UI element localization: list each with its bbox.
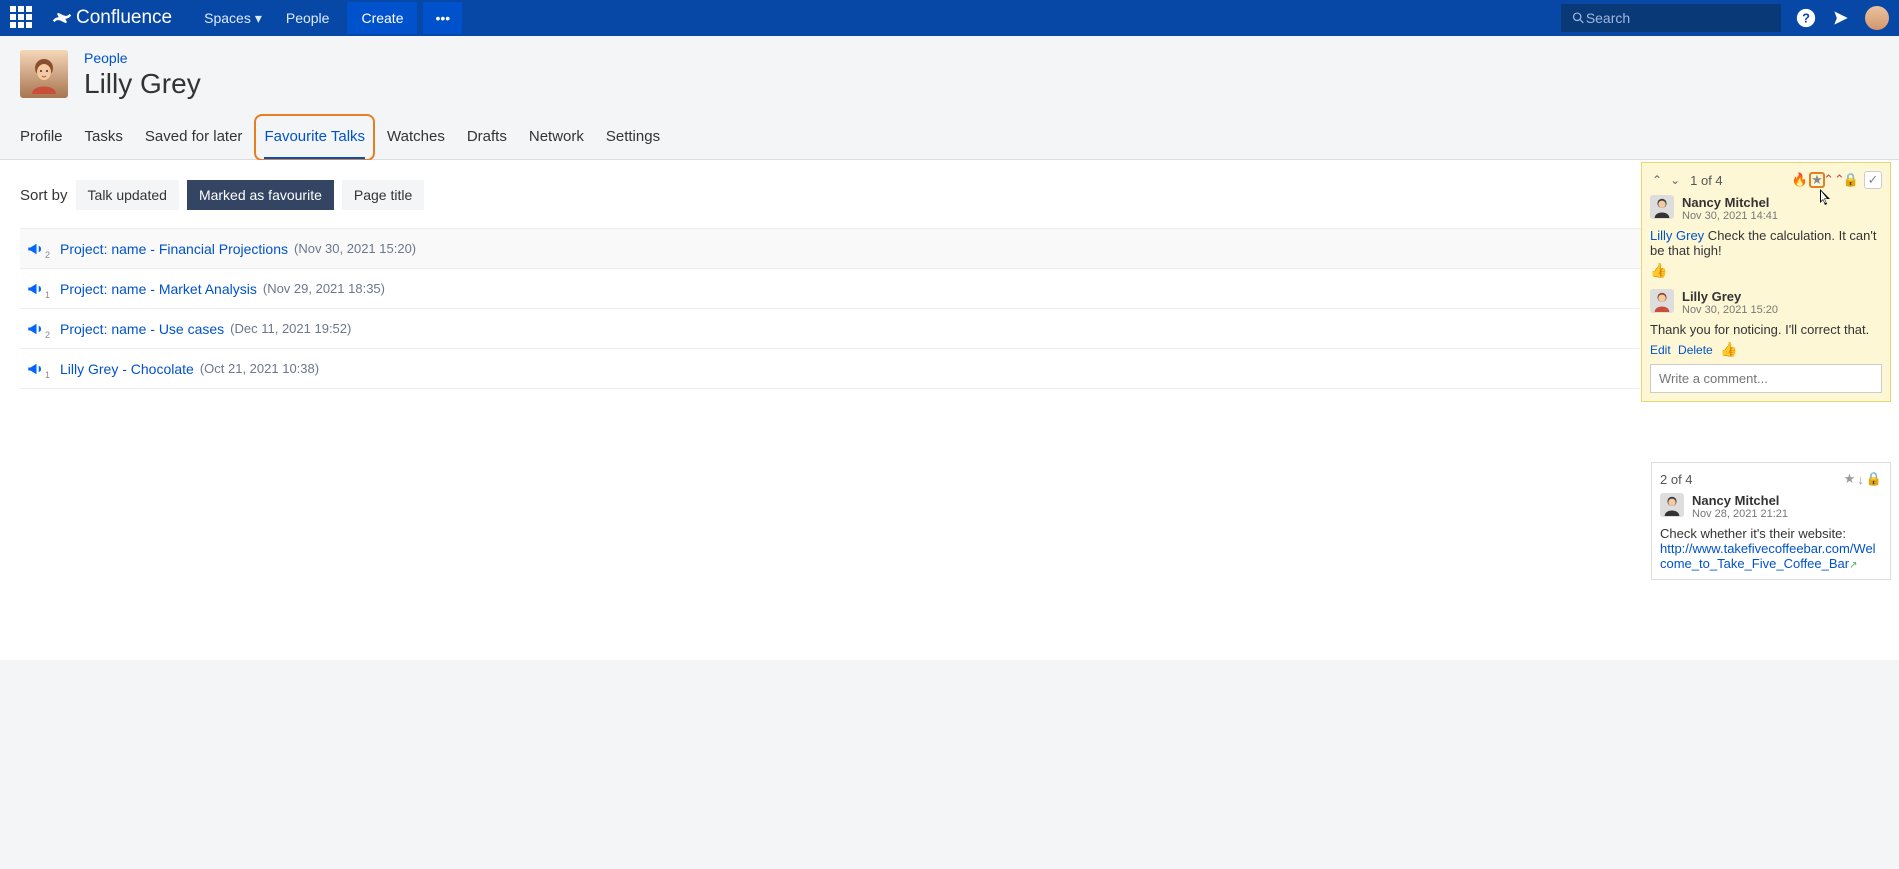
sort-page-title[interactable]: Page title	[342, 180, 424, 210]
tab-tasks[interactable]: Tasks	[85, 118, 123, 159]
like-icon[interactable]: 👍	[1720, 341, 1737, 357]
like-icon[interactable]: 👍	[1650, 262, 1882, 279]
comment-timestamp: Nov 30, 2021 15:20	[1682, 304, 1882, 316]
talk-link[interactable]: Project: name - Use cases	[60, 321, 224, 337]
megaphone-icon: 1	[20, 360, 50, 378]
external-link[interactable]: http://www.takefivecoffeebar.com/Welcome…	[1660, 541, 1876, 571]
comment-author: Nancy Mitchel	[1682, 195, 1882, 210]
talk-row[interactable]: 2 Project: name - Financial Projections …	[20, 228, 1879, 269]
tab-profile[interactable]: Profile	[20, 118, 63, 159]
app-switcher-icon[interactable]	[10, 6, 34, 30]
comment-text: Check whether it's their website:	[1660, 526, 1882, 541]
comment-author: Nancy Mitchel	[1692, 493, 1882, 508]
user-avatar[interactable]	[1865, 6, 1889, 30]
next-icon[interactable]: ⌄	[1668, 173, 1682, 187]
tab-drafts[interactable]: Drafts	[467, 118, 507, 159]
talk-count-badge: 1	[45, 290, 50, 300]
comment-avatar	[1650, 195, 1674, 219]
talk-link[interactable]: Lilly Grey - Chocolate	[60, 361, 194, 377]
priority-down-icon[interactable]: ↓	[1857, 472, 1864, 487]
comment: Nancy Mitchel Nov 30, 2021 14:41	[1650, 195, 1882, 222]
profile-avatar	[20, 50, 68, 98]
edit-link[interactable]: Edit	[1650, 343, 1671, 357]
nav-spaces[interactable]: Spaces ▾	[192, 2, 274, 35]
search-icon	[1571, 10, 1586, 26]
create-button[interactable]: Create	[347, 2, 417, 34]
tab-settings[interactable]: Settings	[606, 118, 660, 159]
talk-row[interactable]: 2 Project: name - Use cases (Dec 11, 202…	[20, 309, 1879, 349]
main-content: Sort by Talk updated Marked as favourite…	[0, 160, 1899, 660]
notifications-icon[interactable]	[1831, 8, 1851, 28]
talk-row[interactable]: 1 Project: name - Market Analysis (Nov 2…	[20, 269, 1879, 309]
talk-count-badge: 2	[45, 250, 50, 260]
conversation-card: 2 of 4 ★ ↓ 🔒 Nancy Mitchel Nov 28, 2021 …	[1651, 462, 1891, 580]
lock-icon[interactable]: 🔒	[1843, 172, 1859, 188]
top-nav: Confluence Spaces ▾ People Create ••• ?	[0, 0, 1899, 36]
page-header: People Lilly Grey	[0, 36, 1899, 100]
sort-row: Sort by Talk updated Marked as favourite…	[20, 180, 1879, 210]
nav-people[interactable]: People	[274, 2, 342, 34]
confluence-icon	[52, 8, 72, 28]
talk-date: (Dec 11, 2021 19:52)	[230, 321, 351, 336]
star-icon[interactable]: ★	[1844, 471, 1856, 487]
comment-text: Thank you for noticing. I'll correct tha…	[1650, 322, 1882, 337]
talk-date: (Nov 29, 2021 18:35)	[263, 281, 385, 296]
topbar-right: ?	[1561, 4, 1889, 32]
mention-link[interactable]: Lilly Grey	[1650, 228, 1704, 243]
sort-marked-favourite[interactable]: Marked as favourite	[187, 180, 334, 210]
megaphone-icon: 1	[20, 280, 50, 298]
talk-count-badge: 1	[45, 370, 50, 380]
talk-link[interactable]: Project: name - Financial Projections	[60, 241, 288, 257]
external-icon: ↗	[1849, 560, 1857, 571]
page-title: Lilly Grey	[84, 68, 201, 100]
nav-items: Spaces ▾ People Create •••	[192, 2, 462, 35]
sort-talk-updated[interactable]: Talk updated	[76, 180, 179, 210]
resolve-check-icon[interactable]: ✓	[1864, 171, 1882, 189]
megaphone-icon: 2	[20, 320, 50, 338]
talk-row[interactable]: 1 Lilly Grey - Chocolate (Oct 21, 2021 1…	[20, 349, 1879, 389]
comment-timestamp: Nov 28, 2021 21:21	[1692, 508, 1882, 520]
priority-icon[interactable]: ⌃⌃	[1826, 172, 1842, 188]
comment: Nancy Mitchel Nov 28, 2021 21:21	[1660, 493, 1882, 520]
lock-icon[interactable]: 🔒	[1866, 471, 1882, 487]
chevron-down-icon: ▾	[255, 10, 262, 27]
tab-saved[interactable]: Saved for later	[145, 118, 243, 159]
reply-input[interactable]	[1650, 364, 1882, 393]
confluence-logo[interactable]: Confluence	[52, 7, 172, 29]
flame-icon[interactable]: 🔥	[1792, 172, 1808, 188]
tab-watches[interactable]: Watches	[387, 118, 445, 159]
talk-list: 2 Project: name - Financial Projections …	[20, 228, 1879, 389]
search-input[interactable]	[1586, 10, 1771, 26]
help-icon[interactable]: ?	[1795, 7, 1817, 29]
nav-more-button[interactable]: •••	[423, 2, 462, 34]
svg-text:?: ?	[1802, 11, 1810, 26]
comment-avatar	[1660, 493, 1684, 517]
conversation-header: ⌃ ⌄ 1 of 4 🔥 ★ ⌃⌃ 🔒 ✓	[1650, 171, 1882, 189]
profile-tabs: Profile Tasks Saved for later Favourite …	[0, 118, 1899, 160]
conversation-popover: ⌃ ⌄ 1 of 4 🔥 ★ ⌃⌃ 🔒 ✓ Nancy Mitchel Nov …	[1641, 162, 1891, 402]
search-box[interactable]	[1561, 4, 1781, 32]
comment-avatar	[1650, 289, 1674, 313]
comment-text: Lilly Grey Check the calculation. It can…	[1650, 228, 1882, 258]
talk-count-badge: 2	[45, 330, 50, 340]
delete-link[interactable]: Delete	[1678, 343, 1713, 357]
talk-date: (Oct 21, 2021 10:38)	[200, 361, 319, 376]
sort-label: Sort by	[20, 187, 68, 204]
logo-text: Confluence	[76, 7, 172, 29]
comment-actions: Edit Delete 👍	[1650, 341, 1882, 358]
talk-date: (Nov 30, 2021 15:20)	[294, 241, 416, 256]
conversation-counter: 2 of 4	[1660, 472, 1693, 487]
megaphone-icon: 2	[20, 240, 50, 258]
conversation-counter: 1 of 4	[1690, 173, 1723, 188]
card-header: 2 of 4 ★ ↓ 🔒	[1660, 471, 1882, 487]
comment: Lilly Grey Nov 30, 2021 15:20	[1650, 289, 1882, 316]
breadcrumb[interactable]: People	[84, 50, 201, 66]
tab-network[interactable]: Network	[529, 118, 584, 159]
talk-link[interactable]: Project: name - Market Analysis	[60, 281, 257, 297]
comment-author: Lilly Grey	[1682, 289, 1882, 304]
tab-favourite-talks[interactable]: Favourite Talks	[264, 118, 365, 159]
prev-icon[interactable]: ⌃	[1650, 173, 1664, 187]
comment-timestamp: Nov 30, 2021 14:41	[1682, 210, 1882, 222]
